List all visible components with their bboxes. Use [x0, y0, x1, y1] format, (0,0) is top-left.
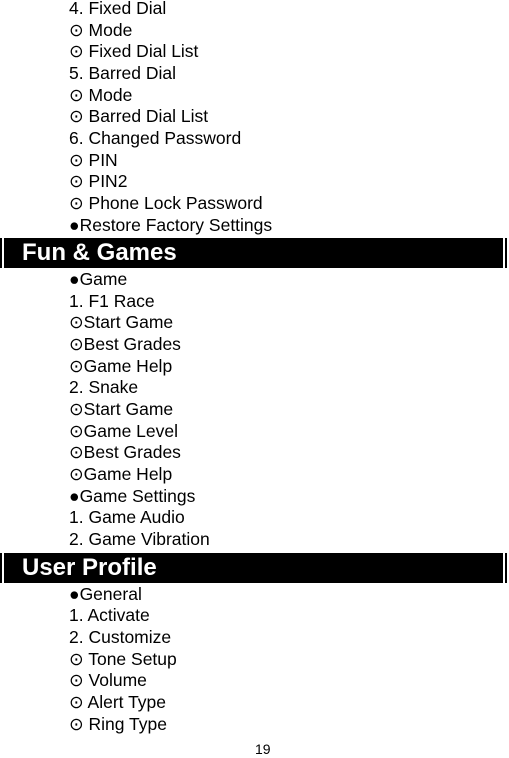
- sub-option-item: ⊙Best Grades: [69, 334, 181, 355]
- sub-option-item: ⊙Start Game: [69, 399, 174, 420]
- numbered-item: 5. Barred Dial: [69, 62, 176, 83]
- sub-option-item: ⊙ Fixed Dial List: [69, 41, 199, 62]
- header-edge-left: [0, 552, 2, 583]
- bullet-item: ●General: [69, 583, 142, 604]
- sub-option-item: ⊙ Alert Type: [69, 691, 167, 712]
- section-header-user-profile: User Profile: [0, 552, 509, 583]
- sub-option-item: ⊙ Mode: [69, 84, 133, 105]
- numbered-item: 1. F1 Race: [69, 290, 155, 311]
- bullet-item: ●Restore Factory Settings: [69, 214, 273, 235]
- sub-option-item: ⊙Game Help: [69, 464, 173, 484]
- sub-option-item: ⊙ Barred Dial List: [69, 106, 209, 127]
- section-header-fun-games: Fun & Games: [0, 238, 509, 269]
- numbered-item: 4. Fixed Dial: [69, 0, 167, 18]
- numbered-item: 1. Activate: [69, 605, 150, 626]
- numbered-item: 1. Game Audio: [69, 507, 185, 528]
- sub-option-item: ⊙ PIN2: [69, 171, 128, 192]
- sub-option-item: ⊙ PIN: [69, 149, 118, 170]
- numbered-item: 2. Game Vibration: [69, 528, 210, 549]
- bullet-item: ●Game Settings: [69, 485, 196, 506]
- sub-option-item: ⊙ Mode: [69, 19, 133, 40]
- section-title: Fun & Games: [22, 239, 177, 267]
- sub-option-item: ⊙Start Game: [69, 312, 174, 333]
- sub-option-item: ⊙Game Help: [69, 355, 173, 376]
- header-edge-right: [505, 552, 507, 583]
- numbered-item: 2. Snake: [69, 377, 139, 398]
- header-edge-left: [0, 238, 2, 269]
- sub-option-item: ⊙ Tone Setup: [69, 648, 177, 669]
- sub-option-item: ⊙ Volume: [69, 670, 147, 691]
- header-edge-right: [505, 238, 507, 269]
- sub-option-item: ⊙ Ring Type: [69, 713, 168, 734]
- sub-option-item: ⊙Game Level: [69, 420, 179, 441]
- sub-option-item: ⊙ Phone Lock Password: [69, 192, 263, 213]
- numbered-item: 6. Changed Password: [69, 127, 242, 148]
- section-title: User Profile: [22, 553, 157, 581]
- page-number: 19: [255, 741, 271, 757]
- numbered-item: 2. Customize: [69, 626, 172, 647]
- bullet-item: ●Game: [69, 269, 128, 290]
- sub-option-item: ⊙Best Grades: [69, 442, 181, 463]
